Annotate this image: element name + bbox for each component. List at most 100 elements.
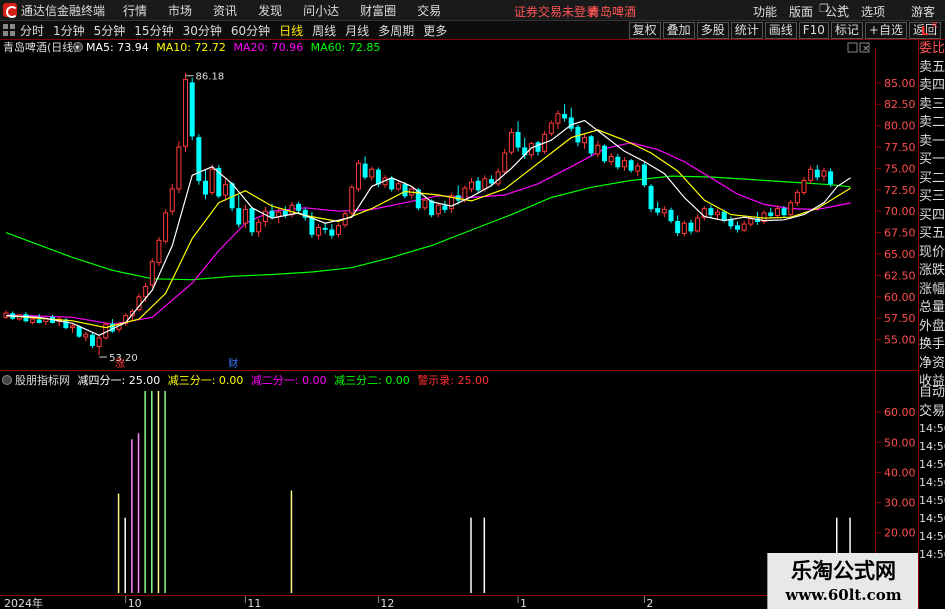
menubar: 通达信金融终端 行情 市场 资讯 发现 问小达 财富圈 交易 证券交易未登录 青… (0, 0, 945, 21)
trade-field-0[interactable]: 自动 (919, 384, 945, 403)
quote-field-15: 外盘 (919, 318, 945, 334)
candle-body (422, 199, 428, 209)
period-multi[interactable]: 多周期 (378, 22, 414, 39)
fuquan-button[interactable]: 复权 (628, 22, 661, 39)
minimize-icon[interactable]: – (800, 3, 812, 15)
indicator-dropdown-icon[interactable] (2, 375, 12, 385)
candle-body (575, 126, 581, 143)
candle-body (475, 180, 481, 191)
quote-field-0: 委比 (919, 41, 945, 56)
overlay-button[interactable]: 叠加 (662, 22, 695, 39)
candle-body (316, 226, 322, 236)
date-tick-label: 12 (380, 597, 394, 609)
ind-l2-name: 减二分一 (251, 374, 295, 387)
trade-login-status[interactable]: 证券交易未登录 (514, 3, 598, 20)
price-tick-label: 65.00 (884, 248, 916, 261)
candle-body (203, 180, 208, 195)
close-icon[interactable]: ✕ (836, 3, 848, 15)
candle (183, 72, 189, 153)
quote-field-13: 涨幅 (919, 281, 945, 297)
candle-body (482, 178, 488, 190)
candle-body (435, 204, 441, 215)
period-fenshi[interactable]: 分时 (20, 22, 44, 39)
candle-body (774, 208, 780, 216)
draw-line-button[interactable]: 画线 (764, 22, 797, 39)
quote-field-14: 总量 (919, 300, 945, 315)
period-weekly[interactable]: 周线 (312, 22, 336, 39)
price-tick-label: 77.50 (884, 141, 916, 154)
candle-body (362, 163, 368, 178)
candle-body (628, 160, 634, 171)
candle (216, 165, 222, 199)
candle-body (296, 203, 302, 211)
candle-body (675, 220, 681, 234)
guest-user[interactable]: 游客 (911, 3, 935, 20)
candle-body (655, 208, 661, 213)
candle-body (595, 144, 601, 155)
candle-body (535, 142, 541, 152)
price-tick-label: 80.00 (884, 120, 916, 133)
period-daily[interactable]: 日线 (279, 22, 303, 39)
candle-body (741, 223, 747, 231)
period-1min[interactable]: 1分钟 (53, 22, 85, 39)
menu-faxian[interactable]: 发现 (258, 2, 282, 19)
candle-body (289, 204, 295, 216)
quote-field-9: 买四 (919, 207, 945, 223)
candle-body (608, 155, 614, 163)
price-tick-label: 57.50 (884, 312, 916, 325)
indicator-tick-label: 40.00 (884, 466, 916, 479)
zhang-marker[interactable]: 涨 (115, 358, 125, 370)
menu-xuanxiang[interactable]: 选项 (861, 3, 885, 20)
period-5min[interactable]: 5分钟 (94, 22, 126, 39)
ma20-legend-name: MA20 (233, 41, 264, 54)
quote-field-10: 买五 (919, 226, 945, 241)
candle-body (329, 229, 335, 236)
ma60-legend-value: 72.85 (349, 41, 381, 54)
badge-r[interactable]: R (932, 22, 938, 30)
menu-jiaoyi[interactable]: 交易 (417, 2, 441, 19)
restore-icon[interactable]: ❐ (818, 3, 830, 15)
add-watchlist-button[interactable]: +自选 (864, 22, 907, 39)
grid-icon[interactable] (3, 24, 15, 36)
period-30min[interactable]: 30分钟 (183, 22, 222, 39)
menu-hangqing[interactable]: 行情 (123, 2, 147, 19)
quote-field-5: 卖一 (919, 133, 945, 149)
candle-body (808, 168, 814, 181)
candle (641, 162, 647, 188)
chart-background (0, 40, 918, 609)
trade-field-1[interactable]: 交易 (919, 403, 945, 422)
menu-wenxiaoda[interactable]: 问小达 (303, 2, 339, 19)
badge-l[interactable]: L (921, 24, 929, 38)
multi-stock-button[interactable]: 多股 (696, 22, 729, 39)
menu-shichang[interactable]: 市场 (168, 2, 192, 19)
period-monthly[interactable]: 月线 (345, 22, 369, 39)
cai-marker[interactable]: 财 (228, 357, 238, 370)
period-15min[interactable]: 15分钟 (134, 22, 173, 39)
f10-button[interactable]: F10 (798, 22, 829, 39)
kline-chart[interactable]: 青岛啤酒(日线) ▾ MA5: 73.94 MA10: 72.72 MA20: … (0, 40, 918, 609)
candle-body (63, 319, 69, 329)
menu-zixun[interactable]: 资讯 (213, 2, 237, 19)
candle (681, 220, 687, 237)
candle (89, 332, 95, 349)
statistics-button[interactable]: 统计 (730, 22, 763, 39)
ind-l1-name: 减三分一 (168, 374, 212, 387)
menu-caifuquan[interactable]: 财富圈 (360, 2, 396, 19)
ma10-legend-value: 72.72 (194, 41, 226, 54)
ma20-legend-value: 70.96 (272, 41, 304, 54)
candle-body (70, 325, 75, 329)
period-more[interactable]: 更多 (423, 22, 447, 39)
price-tick-label: 85.00 (884, 77, 916, 90)
ma-legend: MA5: 73.94 MA10: 72.72 MA20: 70.96 MA60:… (86, 41, 380, 54)
candle-body (688, 222, 694, 232)
menu-gongneng[interactable]: 功能 (753, 3, 777, 20)
period-60min[interactable]: 60分钟 (231, 22, 270, 39)
candle-body (828, 171, 834, 185)
price-tick-label: 70.00 (884, 205, 916, 218)
quote-field-6: 买一 (919, 152, 945, 167)
candle (249, 206, 255, 237)
mark-button[interactable]: 标记 (830, 22, 863, 39)
candle-body (588, 136, 594, 154)
pane-close-icon[interactable]: × (862, 44, 870, 54)
candle-body (641, 164, 647, 186)
